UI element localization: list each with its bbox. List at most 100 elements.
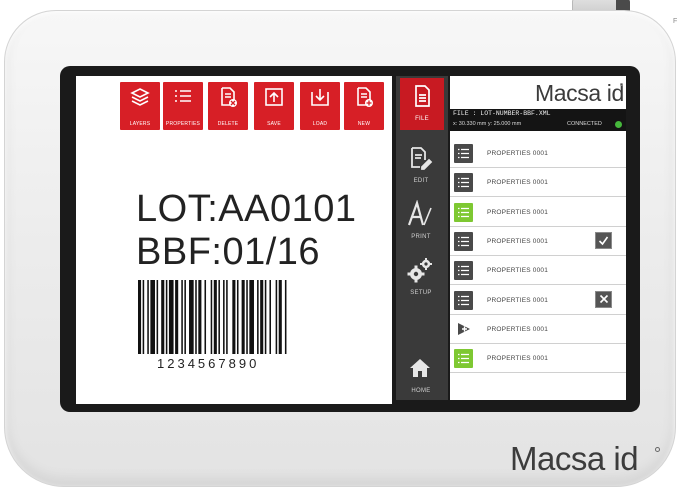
device-brand: Macsa id (510, 440, 639, 477)
delete-label: DELETE (217, 121, 239, 127)
list-icon (458, 353, 469, 364)
gears-icon (407, 258, 432, 283)
properties-label: PROPERTIES (165, 121, 201, 127)
row-remove-button[interactable] (595, 290, 612, 308)
properties-row[interactable]: PROPERTIES 0001 (450, 226, 626, 256)
nav-file-label: FILE (415, 116, 429, 122)
layers-button[interactable]: LAYERS (120, 82, 160, 130)
nav-file-button[interactable]: FILE (400, 78, 444, 130)
barcode-bar (204, 280, 207, 354)
barcode-bar (168, 280, 174, 354)
close-icon (599, 294, 608, 304)
save-label: SAVE (267, 121, 281, 127)
properties-row[interactable]: PROPERTIES 0001 (450, 139, 626, 168)
download-icon (311, 89, 329, 106)
new-document-icon (357, 87, 373, 107)
list-icon (458, 295, 469, 305)
barcode-bar (264, 280, 267, 354)
properties-row[interactable]: PROPERTIES 0001 (450, 168, 626, 198)
upload-icon (265, 88, 283, 106)
row-label: PROPERTIES 0001 (487, 355, 549, 363)
file-name: FILE : LOT-NUMBER-BBF.XML (453, 110, 551, 117)
row-icon (454, 261, 473, 281)
row-icon (454, 144, 473, 163)
document-icon (415, 85, 430, 107)
row-label: PROPERTIES 0001 (487, 267, 549, 275)
barcode-bar (284, 280, 287, 354)
nav-home-button[interactable]: HOME (400, 350, 442, 394)
load-button[interactable]: LOAD (300, 82, 340, 130)
logo-registered-mark (620, 83, 623, 86)
layers-label: LAYERS (129, 121, 151, 127)
load-label: LOAD (312, 121, 328, 127)
barcode-bar (241, 280, 245, 354)
barcode-bar (165, 280, 168, 354)
list-icon (458, 148, 469, 159)
connection-led (615, 121, 622, 128)
properties-row[interactable]: PROPERTIES 0001 (450, 314, 626, 344)
barcode-digits: 1234567890 (157, 356, 260, 371)
properties-button[interactable]: PROPERTIES (163, 82, 203, 130)
nav-print-button[interactable]: PRINT (400, 196, 442, 240)
barcode-bar (246, 280, 248, 354)
new-button[interactable]: NEW (344, 82, 384, 130)
delete-document-icon (221, 87, 237, 107)
nav-print-label: PRINT (411, 234, 431, 240)
nav-edit-button[interactable]: EDIT (400, 140, 442, 184)
barcode-bar (226, 280, 228, 354)
barcode-bar (275, 280, 278, 354)
barcode-bar (198, 280, 202, 354)
row-label: PROPERTIES 0001 (487, 150, 549, 157)
layers-icon (130, 88, 150, 106)
brand-registered-mark (655, 447, 660, 452)
home-icon (410, 359, 430, 377)
list-icon (458, 207, 469, 217)
print-a-icon (407, 200, 432, 226)
row-icon (454, 349, 473, 369)
save-button[interactable]: SAVE (254, 82, 294, 130)
nav-edit-label: EDIT (413, 178, 429, 184)
properties-row[interactable]: PROPERTIES 0001 (450, 256, 626, 286)
properties-row[interactable]: PROPERTIES 0001 (450, 344, 626, 374)
barcode-bar (260, 280, 264, 354)
connection-status: CONNECTED (567, 121, 602, 127)
barcode-bar (184, 280, 186, 354)
barcode-bar (257, 280, 259, 354)
row-icon (454, 202, 473, 222)
nav-setup-button[interactable]: SETUP (400, 252, 442, 296)
list-icon (458, 178, 469, 188)
label-text-lot[interactable]: LOT:AA0101 (136, 188, 356, 231)
barcode-bar (161, 280, 165, 354)
list-icon (175, 90, 191, 102)
row-icon (454, 173, 473, 193)
row-label: PROPERTIES 0001 (487, 208, 549, 216)
label-text-bbf[interactable]: BBF:01/16 (136, 231, 320, 274)
barcode[interactable] (138, 280, 288, 354)
properties-row[interactable]: PROPERTIES 0001 (450, 285, 626, 315)
nav-setup-label: SETUP (410, 290, 432, 296)
barcode-bar (269, 280, 271, 354)
barcode-bar (236, 280, 239, 354)
barcode-bar (147, 280, 149, 354)
new-label: NEW (357, 121, 371, 127)
barcode-bar (278, 280, 282, 354)
row-label: PROPERTIES 0001 (487, 296, 549, 304)
barcode-bar (223, 280, 225, 354)
antenna-label: F (673, 18, 678, 25)
check-icon (598, 236, 609, 246)
barcode-bar (142, 280, 145, 354)
row-check-button[interactable] (595, 231, 612, 249)
barcode-bar (195, 280, 197, 354)
list-icon (458, 266, 469, 276)
row-label: PROPERTIES 0001 (487, 179, 549, 187)
barcode-bar (232, 280, 236, 354)
play-plus-icon (457, 323, 470, 336)
barcode-bar (213, 280, 217, 354)
barcode-bar (175, 280, 179, 354)
delete-button[interactable]: DELETE (208, 82, 248, 130)
properties-row[interactable]: PROPERTIES 0001 (450, 197, 626, 227)
panel-logo: Macsa id (535, 80, 624, 106)
barcode-bar (150, 280, 156, 354)
row-label: PROPERTIES 0001 (487, 237, 549, 245)
barcode-bar (138, 280, 142, 354)
